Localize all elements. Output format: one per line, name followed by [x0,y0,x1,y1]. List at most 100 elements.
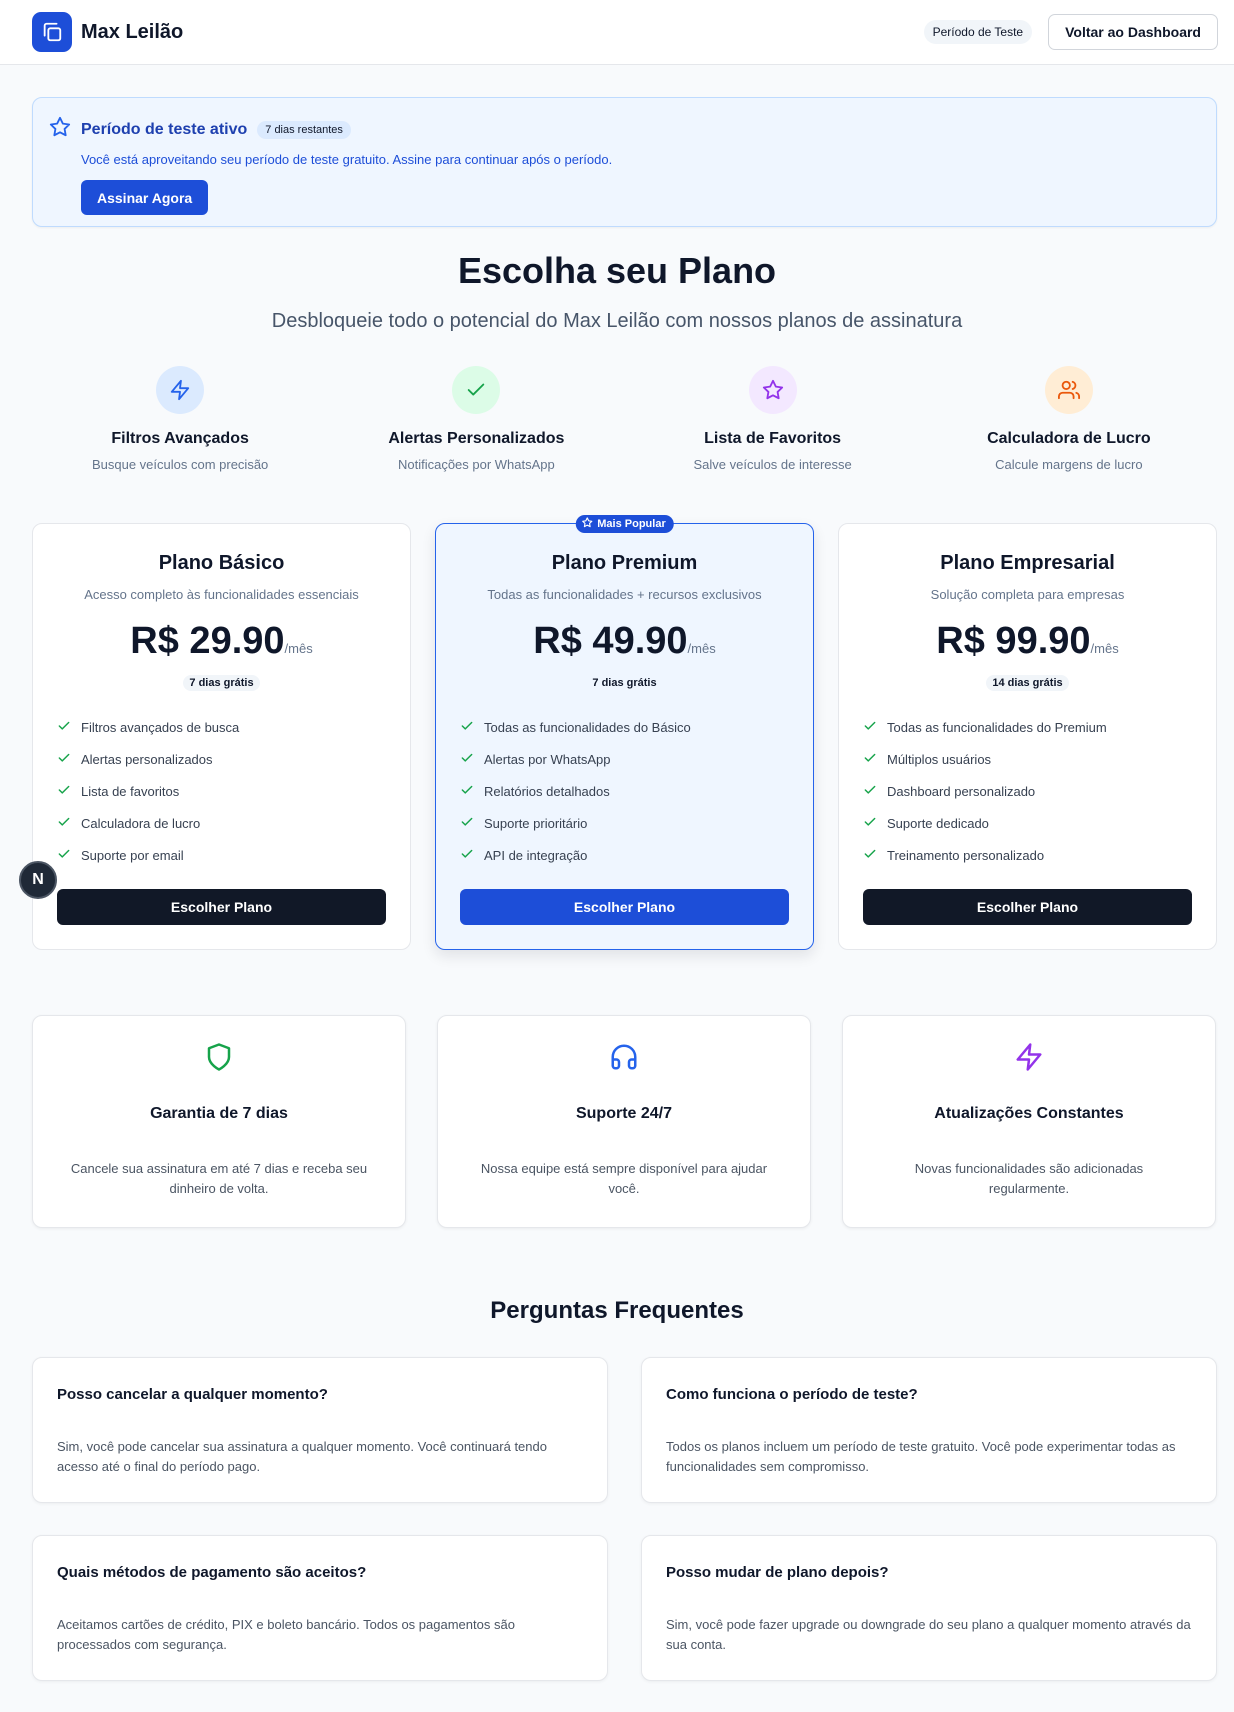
lightning-icon [1014,1043,1044,1076]
subscribe-now-button[interactable]: Assinar Agora [81,180,209,215]
plan-price: R$ 99.90 [936,620,1091,662]
faq-answer: Sim, você pode cancelar sua assinatura a… [57,1439,547,1474]
check-icon [460,815,474,832]
feature-label: Suporte por email [81,847,184,863]
feature-label: Relatórios detalhados [484,783,610,799]
list-item: Todas as funcionalidades do Básico [460,711,789,743]
list-item: Alertas personalizados [57,743,386,775]
banner-title: Período de teste ativo [81,120,248,138]
plan-price: R$ 49.90 [533,620,688,662]
faq-list: Posso cancelar a qualquer momento? Sim, … [32,1357,1217,1681]
badge-label: Mais Popular [597,518,666,530]
list-item: Treinamento personalizado [863,839,1192,871]
feature-label: Todas as funcionalidades do Básico [484,719,691,735]
list-item: API de integração [460,839,789,871]
feature-label: Filtros avançados de busca [81,719,240,735]
benefit-desc: Cancele sua assinatura em até 7 dias e r… [70,1161,368,1196]
list-item: Alertas por WhatsApp [460,743,789,775]
back-to-dashboard-button[interactable]: Voltar ao Dashboard [1048,14,1218,50]
check-icon [57,719,71,736]
pricing-plans: Plano Básico Acesso completo às funciona… [32,515,1217,950]
users-icon [1044,366,1093,414]
faq-question: Como funciona o período de teste? [666,1386,918,1403]
list-item: Calculadora de lucro [57,807,386,839]
list-item: Suporte por email [57,839,386,871]
star-icon [748,366,797,414]
feature-title: Lista de Favoritos [704,430,842,447]
plan-desc: Solução completa para empresas [930,587,1125,602]
shield-icon [204,1043,234,1076]
check-icon [460,783,474,800]
check-icon [452,366,501,414]
faq-answer: Todos os planos incluem um período de te… [666,1439,1176,1474]
plan-price: R$ 29.90 [130,620,285,662]
benefit-card: Suporte 24/7 Nossa equipe está sempre di… [437,1015,811,1228]
feature-title: Filtros Avançados [111,430,249,447]
plan-desc: Todas as funcionalidades + recursos excl… [487,587,762,602]
faq-item: Como funciona o período de teste? Todos … [641,1357,1217,1503]
feature-desc: Salve veículos de interesse [693,457,852,472]
list-item: Múltiplos usuários [863,743,1192,775]
list-item: Relatórios detalhados [460,775,789,807]
choose-plan-basic-button[interactable]: Escolher Plano [57,889,386,925]
feature-label: Dashboard personalizado [887,783,1036,799]
benefit-title: Atualizações Constantes [934,1105,1124,1122]
feature-label: Alertas personalizados [81,751,213,767]
feature-label: API de integração [484,847,588,863]
plan-card-enterprise: Plano Empresarial Solução completa para … [838,523,1217,950]
feature-label: Suporte prioritário [484,815,588,831]
banner-text: Você está aproveitando seu período de te… [81,152,613,167]
benefit-desc: Novas funcionalidades são adicionadas re… [914,1161,1144,1196]
brand[interactable]: Max Leilão [32,12,183,52]
days-remaining-badge: 7 dias restantes [257,120,351,139]
plan-card-basic: Plano Básico Acesso completo às funciona… [32,523,411,950]
plan-trial-badge: 14 dias grátis [986,675,1069,691]
check-icon [460,719,474,736]
top-header: Max Leilão Período de Teste Voltar ao Da… [0,0,1234,65]
feature-title: Calculadora de Lucro [987,430,1151,447]
trial-banner: Período de teste ativo 7 dias restantes … [32,97,1217,227]
list-item: Dashboard personalizado [863,775,1192,807]
feature-label: Suporte dedicado [887,815,989,831]
check-icon [863,751,877,768]
feature-label: Alertas por WhatsApp [484,751,611,767]
feature-desc: Calcule margens de lucro [995,457,1143,472]
brand-name: Max Leilão [81,20,184,43]
plan-feature-list: Todas as funcionalidades do Premium Múlt… [863,711,1192,871]
feature-item: Alertas Personalizados Notificações por … [328,366,624,472]
plan-name: Plano Empresarial [940,552,1115,574]
dev-tools-badge[interactable]: N [19,861,57,899]
feature-item: Calculadora de Lucro Calcule margens de … [921,366,1217,472]
list-item: Filtros avançados de busca [57,711,386,743]
check-icon [460,751,474,768]
choose-plan-premium-button[interactable]: Escolher Plano [460,889,789,925]
choose-plan-enterprise-button[interactable]: Escolher Plano [863,889,1192,925]
feature-label: Calculadora de lucro [81,815,201,831]
faq-item: Posso mudar de plano depois? Sim, você p… [641,1535,1217,1681]
plan-period: /mês [687,641,716,656]
feature-label: Treinamento personalizado [887,847,1045,863]
trial-status-badge: Período de Teste [923,20,1033,44]
plan-desc: Acesso completo às funcionalidades essen… [84,587,359,602]
feature-item: Filtros Avançados Busque veículos com pr… [32,366,328,472]
plan-feature-list: Filtros avançados de busca Alertas perso… [57,711,386,871]
benefit-card: Garantia de 7 dias Cancele sua assinatur… [32,1015,406,1228]
check-icon [863,783,877,800]
feature-desc: Busque veículos com precisão [91,457,269,472]
benefit-desc: Nossa equipe está sempre disponível para… [480,1161,768,1196]
plan-period: /mês [1090,641,1119,656]
list-item: Suporte dedicado [863,807,1192,839]
faq-question: Posso cancelar a qualquer momento? [57,1386,328,1403]
plan-card-premium: Mais Popular Plano Premium Todas as func… [435,515,814,950]
feature-label: Múltiplos usuários [887,751,992,767]
list-item: Suporte prioritário [460,807,789,839]
page-title: Escolha seu Plano [457,250,777,291]
check-icon [863,719,877,736]
check-icon [57,815,71,832]
feature-highlights: Filtros Avançados Busque veículos com pr… [32,366,1217,472]
check-icon [57,847,71,864]
check-icon [57,783,71,800]
copy-icon [32,12,72,52]
plan-name: Plano Premium [551,552,698,574]
headphones-icon [609,1044,639,1076]
